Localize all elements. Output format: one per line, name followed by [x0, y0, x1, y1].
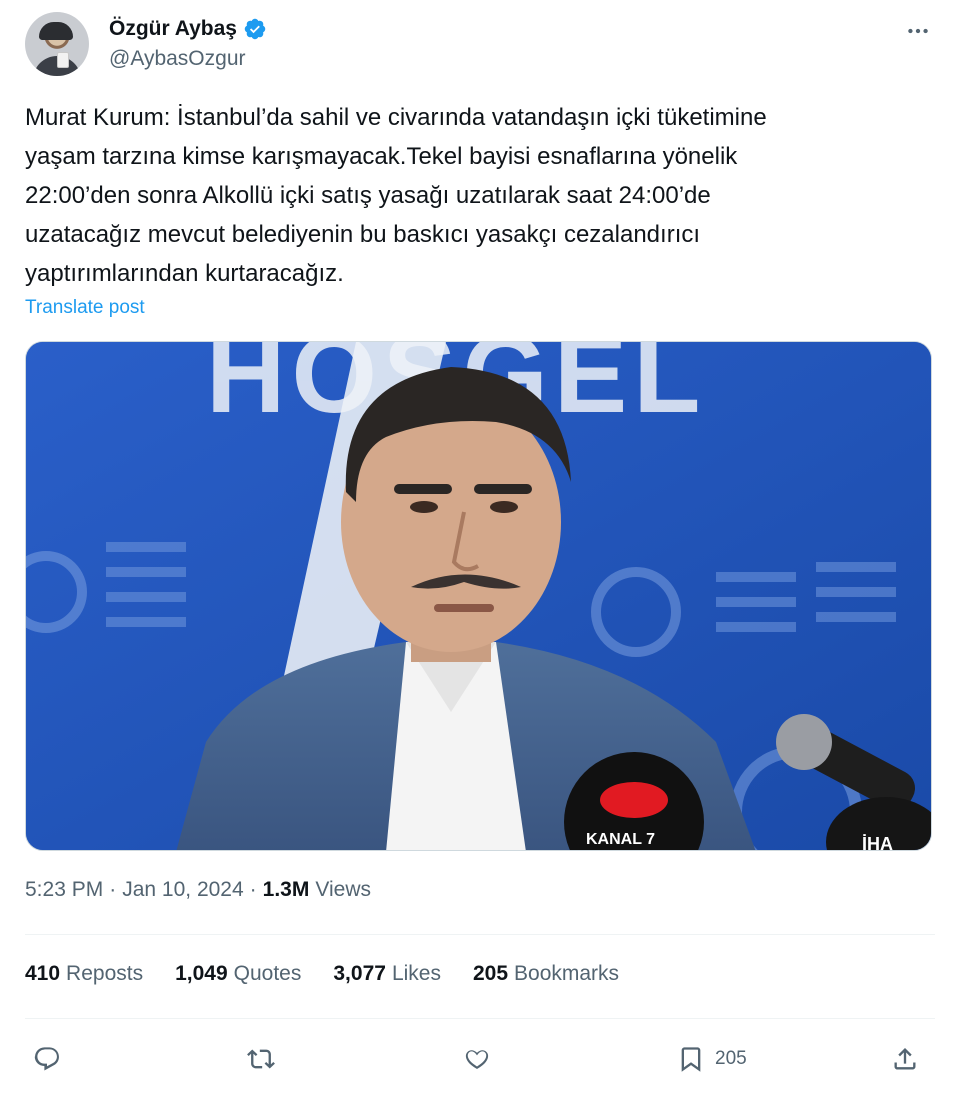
mic-logo-text: KANAL 7 — [586, 831, 655, 848]
more-icon[interactable] — [905, 18, 931, 44]
repost-icon — [247, 1049, 275, 1069]
reply-button[interactable] — [33, 1037, 61, 1081]
tweet-text: Murat Kurum: İstanbul’da sahil ve civarı… — [25, 104, 767, 287]
engagement-stats: 410 Reposts 1,049 Quotes 3,077 Likes 205… — [25, 962, 619, 986]
quotes-count: 1,049 — [175, 962, 228, 985]
handle[interactable]: @AybasOzgur — [109, 47, 246, 71]
tweet-time[interactable]: 5:23 PM — [25, 878, 103, 902]
reposts-label: Reposts — [66, 962, 144, 985]
mic-right-text: İHA — [862, 834, 893, 851]
views-count: 1.3M — [262, 878, 310, 901]
bookmark-count: 205 — [715, 1048, 747, 1069]
name-row: Özgür Aybaş — [109, 14, 267, 44]
reply-icon — [34, 1047, 59, 1071]
repost-button[interactable] — [247, 1037, 275, 1081]
quotes-label: Quotes — [233, 962, 302, 985]
share-button[interactable] — [891, 1037, 919, 1081]
display-name[interactable]: Özgür Aybaş — [109, 17, 237, 41]
verified-badge-icon[interactable] — [243, 17, 267, 41]
share-icon — [894, 1048, 916, 1070]
likes-label: Likes — [391, 962, 441, 985]
divider — [25, 934, 935, 935]
bookmarks-label: Bookmarks — [514, 962, 620, 985]
tweet-image[interactable]: HOŞGEL — [25, 341, 932, 851]
like-icon — [465, 1050, 489, 1070]
meta-separator: · — [109, 878, 117, 901]
reposts-stat[interactable]: 410 Reposts — [25, 962, 143, 986]
quotes-stat[interactable]: 1,049 Quotes — [175, 962, 301, 986]
like-button[interactable] — [463, 1037, 491, 1081]
photo-illustration: HOŞGEL — [26, 342, 931, 851]
tweet-header: Özgür Aybaş @AybasOzgur — [25, 12, 935, 78]
bookmarks-count: 205 — [472, 962, 509, 985]
bookmarks-stat[interactable]: 205 Bookmarks — [473, 962, 619, 986]
tweet-date[interactable]: Jan 10, 2024 — [122, 878, 243, 902]
meta-separator-2: · — [249, 878, 257, 901]
tweet-meta: 5:23 PM · Jan 10, 2024 · 1.3M Views — [25, 878, 371, 902]
avatar[interactable] — [25, 12, 89, 76]
views-label: Views — [315, 878, 371, 901]
bookmark-icon — [681, 1047, 701, 1072]
divider-2 — [25, 1018, 935, 1019]
action-bar: 205 — [25, 1037, 935, 1081]
bookmark-button[interactable]: 205 — [677, 1037, 747, 1081]
likes-stat[interactable]: 3,077 Likes — [333, 962, 441, 986]
likes-count: 3,077 — [333, 962, 386, 985]
reposts-count: 410 — [25, 962, 61, 985]
translate-link[interactable]: Translate post — [25, 297, 145, 319]
